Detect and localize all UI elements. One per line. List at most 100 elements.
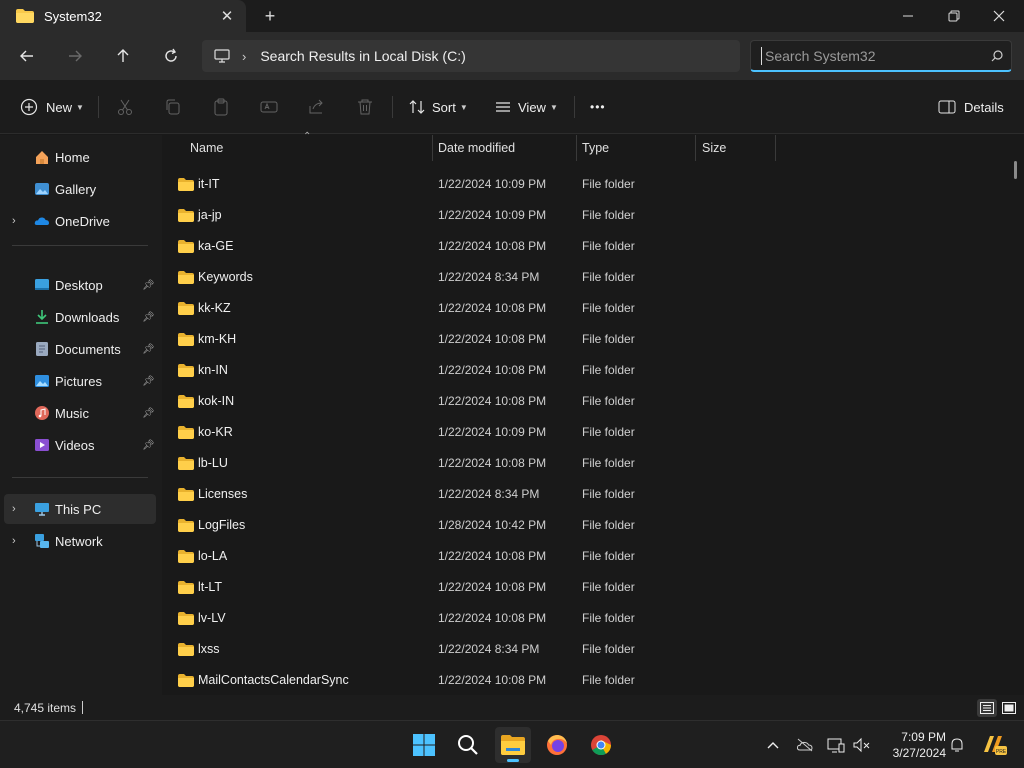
copilot-icon[interactable]: PRE [981,731,1007,757]
view-button[interactable]: View ▼ [494,94,558,120]
file-name: ka-GE [198,239,234,253]
forward-button[interactable] [61,42,89,70]
pin-icon[interactable]: 📌︎ [142,440,155,451]
table-row[interactable]: kk-KZ 1/22/2024 10:08 PM File folder [162,294,1012,325]
column-divider[interactable] [775,135,776,161]
sidebar-item-home[interactable]: Home [4,142,156,172]
table-row[interactable]: kok-IN 1/22/2024 10:08 PM File folder [162,387,1012,418]
close-tab-icon[interactable]: ✕ [216,5,238,27]
tab-system32[interactable]: System32 ✕ [0,0,246,32]
sidebar-item-gallery[interactable]: Gallery [4,174,156,204]
column-header-size[interactable]: Size [702,135,726,161]
new-button[interactable]: New ▼ [20,94,84,120]
scrollbar-thumb[interactable] [1014,161,1017,179]
pin-icon[interactable]: 📌︎ [142,408,155,419]
column-header-name[interactable]: Name [190,135,223,161]
close-window-button[interactable] [976,0,1022,32]
cut-button[interactable] [116,94,134,120]
pin-icon[interactable]: 📌︎ [142,344,155,355]
speaker-muted-icon[interactable] [852,735,872,755]
column-divider[interactable] [576,135,577,161]
table-row[interactable]: ka-GE 1/22/2024 10:08 PM File folder [162,232,1012,263]
sort-button[interactable]: Sort ▼ [408,94,468,120]
firefox-icon [547,735,567,755]
pin-icon[interactable]: 📌︎ [142,312,155,323]
column-header-date[interactable]: Date modified [438,135,515,161]
table-row[interactable]: MailContactsCalendarSync 1/22/2024 10:08 … [162,666,1012,697]
table-row[interactable]: LogFiles 1/28/2024 10:42 PM File folder [162,511,1012,542]
sidebar-item-desktop[interactable]: Desktop 📌︎ [4,270,156,300]
table-row[interactable]: kn-IN 1/22/2024 10:08 PM File folder [162,356,1012,387]
chevron-right-icon[interactable]: › [12,215,16,227]
table-row[interactable]: lo-LA 1/22/2024 10:08 PM File folder [162,542,1012,573]
details-button[interactable]: Details [938,94,1004,120]
pictures-icon [35,375,49,387]
sidebar-item-this-pc[interactable]: › This PC [4,494,156,524]
table-row[interactable]: lb-LU 1/22/2024 10:08 PM File folder [162,449,1012,480]
up-button[interactable] [109,42,137,70]
minimize-button[interactable] [885,0,931,32]
taskbar-file-explorer[interactable] [495,727,531,763]
paste-button[interactable] [212,94,230,120]
sidebar-item-pictures[interactable]: Pictures 📌︎ [4,366,156,396]
refresh-button[interactable] [157,42,185,70]
restore-button[interactable] [931,0,977,32]
file-type: File folder [582,363,635,377]
chevron-up-icon[interactable] [763,735,783,755]
sidebar-item-music[interactable]: Music 📌︎ [4,398,156,428]
breadcrumb[interactable]: Search Results in Local Disk (C:) [260,48,465,64]
new-tab-button[interactable]: + [258,4,282,28]
chevron-right-icon[interactable]: › [12,535,16,547]
address-bar[interactable]: › Search Results in Local Disk (C:) [202,40,740,72]
column-divider[interactable] [432,135,433,161]
pin-icon[interactable]: 📌︎ [142,376,155,387]
tiles-view-toggle[interactable] [999,699,1019,717]
table-row[interactable]: km-KH 1/22/2024 10:08 PM File folder [162,325,1012,356]
more-options-button[interactable]: ••• [590,94,606,120]
chevron-right-icon[interactable]: › [242,49,246,64]
display-icon[interactable] [826,735,846,755]
taskbar-chrome[interactable] [583,727,619,763]
file-type: File folder [582,332,635,346]
onedrive-offline-icon[interactable] [795,735,815,755]
table-row[interactable]: it-IT 1/22/2024 10:09 PM File folder [162,170,1012,201]
start-button[interactable] [406,727,442,763]
tiles-view-icon [1002,702,1016,714]
sidebar-item-onedrive[interactable]: › OneDrive [4,206,156,236]
taskbar-firefox[interactable] [539,727,575,763]
column-divider[interactable] [695,135,696,161]
taskbar-search-button[interactable] [450,727,486,763]
share-button[interactable] [308,94,326,120]
share-icon [309,99,323,114]
sidebar-item-videos[interactable]: Videos 📌︎ [4,430,156,460]
pin-icon[interactable]: 📌︎ [142,280,155,291]
details-view-toggle[interactable] [977,699,997,717]
table-row[interactable]: Keywords 1/22/2024 8:34 PM File folder [162,263,1012,294]
file-name: lo-LA [198,549,228,563]
search-icon[interactable] [983,49,1011,62]
folder-icon [178,302,194,315]
sidebar-item-downloads[interactable]: Downloads 📌︎ [4,302,156,332]
chevron-right-icon[interactable]: › [12,503,16,515]
copy-button[interactable] [164,94,182,120]
clock-time: 7:09 PM [901,730,946,744]
delete-button[interactable] [356,94,374,120]
sidebar-item-network[interactable]: › Network [4,526,156,556]
search-input[interactable] [761,46,983,65]
table-row[interactable]: lxss 1/22/2024 8:34 PM File folder [162,635,1012,666]
column-header-type[interactable]: Type [582,135,609,161]
table-row[interactable]: lv-LV 1/22/2024 10:08 PM File folder [162,604,1012,635]
file-name: kn-IN [198,363,228,377]
clock-date: 3/27/2024 [892,746,946,760]
notification-bell-icon[interactable] [947,735,967,755]
table-row[interactable]: Licenses 1/22/2024 8:34 PM File folder [162,480,1012,511]
table-row[interactable]: lt-LT 1/22/2024 10:08 PM File folder [162,573,1012,604]
table-row[interactable]: ja-jp 1/22/2024 10:09 PM File folder [162,201,1012,232]
sidebar-item-documents[interactable]: Documents 📌︎ [4,334,156,364]
search-box[interactable] [750,40,1012,72]
clock[interactable]: 7:09 PM 3/27/2024 [880,729,946,761]
rename-button[interactable] [260,94,278,120]
back-button[interactable] [13,42,41,70]
table-row[interactable]: ko-KR 1/22/2024 10:09 PM File folder [162,418,1012,449]
divider [392,96,393,118]
